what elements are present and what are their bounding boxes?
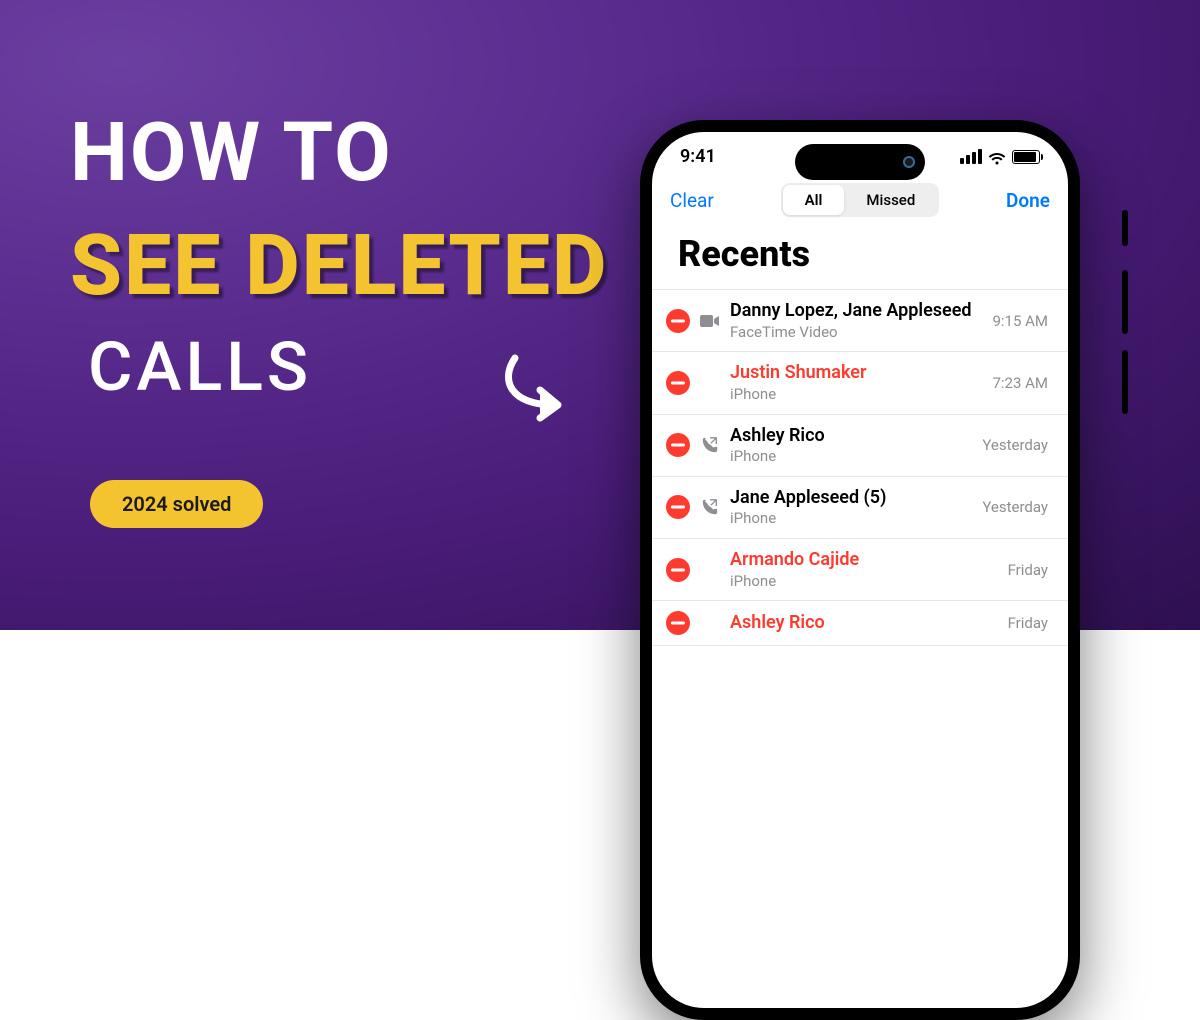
recents-list: Danny Lopez, Jane AppleseedFaceTime Vide… (652, 289, 1068, 646)
headline-line-2: SEE DELETED (70, 216, 608, 317)
call-subtitle: FaceTime Video (730, 323, 982, 342)
call-row[interactable]: Danny Lopez, Jane AppleseedFaceTime Vide… (652, 289, 1068, 352)
caller-name: Armando Cajide (730, 549, 998, 572)
outgoing-call-icon (700, 436, 720, 454)
call-time: Friday (1008, 561, 1048, 579)
call-time: 7:23 AM (992, 374, 1048, 392)
headline-line-1: HOW TO (70, 110, 608, 196)
call-subtitle: iPhone (730, 509, 972, 528)
delete-icon[interactable] (666, 611, 690, 635)
arrow-icon (480, 350, 580, 430)
wifi-icon (988, 150, 1006, 164)
call-subtitle: iPhone (730, 447, 972, 466)
camera-dot-icon (903, 156, 915, 168)
call-subtitle: iPhone (730, 385, 982, 404)
call-row[interactable]: Justin ShumakeriPhone 7:23 AM (652, 352, 1068, 414)
caller-name: Ashley Rico (730, 425, 972, 448)
call-info: Ashley RicoiPhone (730, 425, 972, 466)
cellular-signal-icon (960, 149, 982, 164)
call-info: Danny Lopez, Jane AppleseedFaceTime Vide… (730, 300, 982, 341)
delete-icon[interactable] (666, 371, 690, 395)
battery-icon (1012, 150, 1040, 164)
segmented-control[interactable]: All Missed (781, 183, 940, 217)
outgoing-call-icon (700, 498, 720, 516)
dynamic-island (795, 144, 925, 180)
caller-name: Ashley Rico (730, 612, 998, 635)
year-badge: 2024 solved (90, 480, 263, 528)
done-button[interactable]: Done (1006, 189, 1050, 212)
call-info: Armando CajideiPhone (730, 549, 998, 590)
call-row[interactable]: Ashley RicoiPhone Yesterday (652, 415, 1068, 477)
page-title: Recents (652, 227, 1068, 289)
delete-icon[interactable] (666, 495, 690, 519)
nav-bar: Clear All Missed Done (652, 175, 1068, 227)
video-icon (700, 312, 720, 330)
delete-icon[interactable] (666, 558, 690, 582)
segment-missed[interactable]: Missed (844, 185, 937, 215)
call-time: Yesterday (982, 436, 1048, 454)
call-row[interactable]: Armando CajideiPhone Friday (652, 539, 1068, 601)
call-info: Ashley Rico (730, 612, 998, 635)
call-time: 9:15 AM (992, 312, 1048, 330)
status-time: 9:41 (680, 146, 716, 167)
delete-icon[interactable] (666, 309, 690, 333)
caller-name: Justin Shumaker (730, 362, 982, 385)
phone-volume-down-button (1122, 350, 1128, 414)
call-row[interactable]: Jane Appleseed (5)iPhone Yesterday (652, 477, 1068, 539)
promo-canvas: HOW TO SEE DELETED CALLS 2024 solved 9:4… (0, 0, 1200, 630)
caller-name: Danny Lopez, Jane Appleseed (730, 300, 982, 323)
phone-volume-up-button (1122, 270, 1128, 334)
caller-name: Jane Appleseed (5) (730, 487, 972, 510)
call-info: Justin ShumakeriPhone (730, 362, 982, 403)
clear-button[interactable]: Clear (670, 189, 714, 212)
segment-all[interactable]: All (783, 185, 845, 215)
delete-icon[interactable] (666, 433, 690, 457)
call-row[interactable]: Ashley RicoFriday (652, 601, 1068, 646)
call-subtitle: iPhone (730, 572, 998, 591)
call-info: Jane Appleseed (5)iPhone (730, 487, 972, 528)
call-time: Yesterday (982, 498, 1048, 516)
phone-side-button (1122, 210, 1128, 246)
